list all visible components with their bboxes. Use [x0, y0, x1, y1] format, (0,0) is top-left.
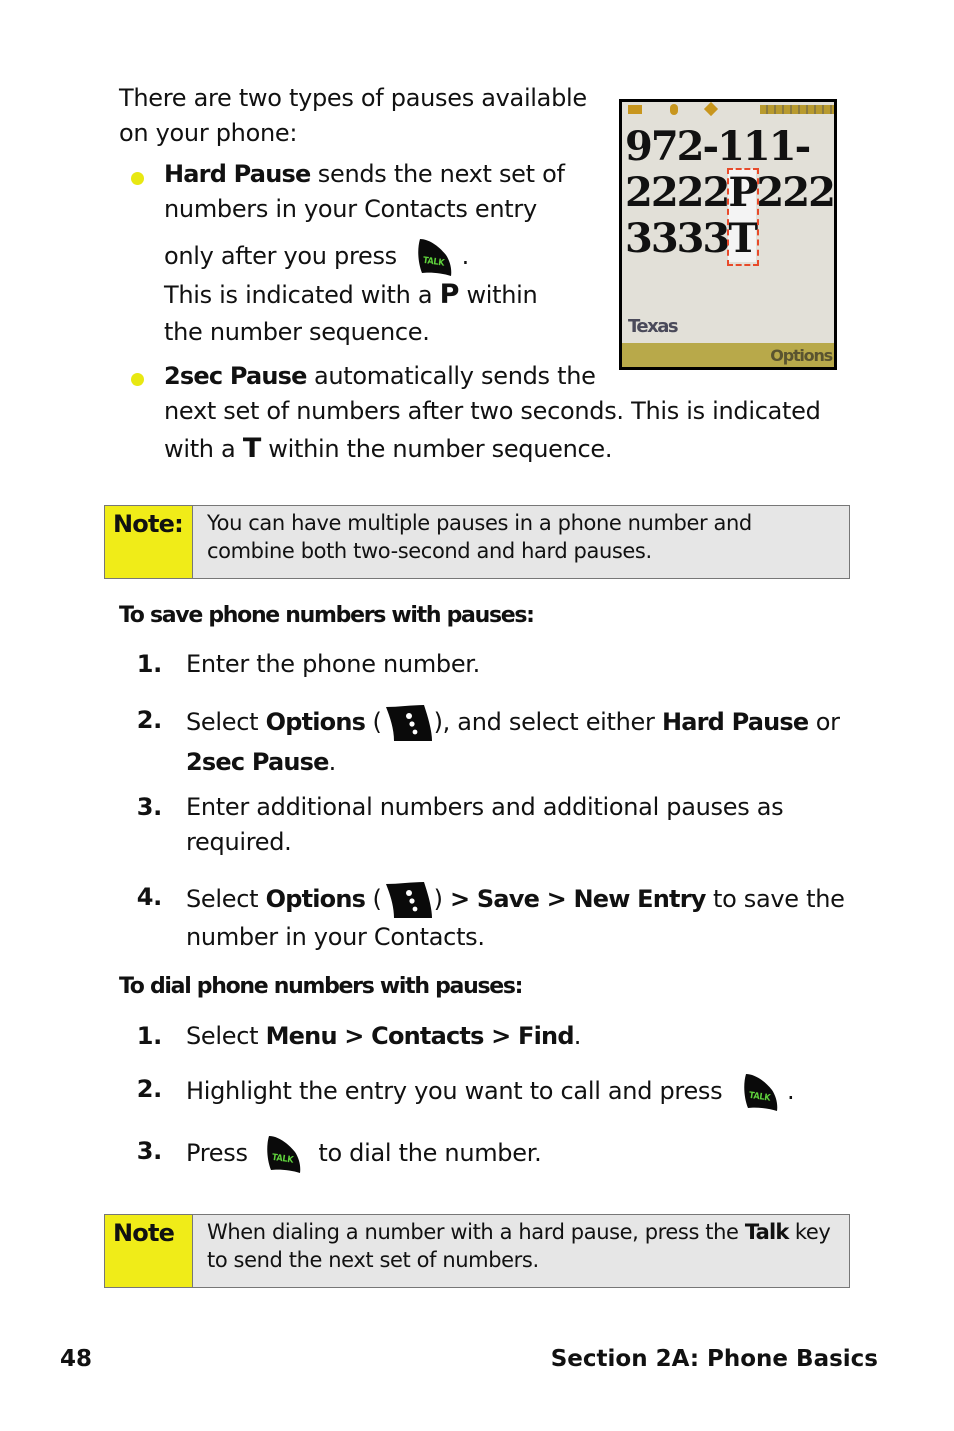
- softkey-bar: Options: [622, 343, 834, 367]
- save-step-2: 2. Select Options (), and select either …: [122, 703, 846, 780]
- intro-paragraph: There are two types of pauses available …: [119, 81, 587, 151]
- save-step-1: 1. Enter the phone number.: [136, 650, 481, 678]
- term-2sec-pause: 2sec Pause: [164, 362, 307, 390]
- bullet-icon: [131, 373, 144, 386]
- phone-screen-image: 972-111- 2222P222 3333T Texas Options: [619, 99, 837, 370]
- term-hard-pause: Hard Pause: [164, 160, 311, 188]
- options-softkey-icon: [382, 703, 434, 743]
- talk-key-icon: [263, 1134, 303, 1174]
- bullet-hard-pause: Hard Pause sends the next set of numbers…: [164, 160, 565, 346]
- page-number: 48: [60, 1346, 93, 1372]
- softkey-options: Options: [770, 346, 833, 365]
- status-bar: [626, 102, 834, 117]
- bullet-icon: [131, 172, 144, 185]
- save-step-3: 3. Enter additional numbers and addition…: [136, 793, 784, 856]
- talk-key-icon: [740, 1072, 780, 1112]
- dial-step-1: 1. Select Menu > Contacts > Find.: [136, 1022, 582, 1050]
- section-heading-dial: To dial phone numbers with pauses:: [119, 974, 523, 999]
- note-box: Note When dialing a number with a hard p…: [104, 1214, 850, 1288]
- note-text: When dialing a number with a hard pause,…: [207, 1220, 831, 1272]
- note-label: Note: [105, 1215, 193, 1287]
- bullet-2sec-pause: 2sec Pause automatically sends the next …: [164, 362, 821, 464]
- dial-step-3: 3. Press to dial the number.: [122, 1134, 542, 1174]
- pause-highlight-box: [727, 168, 759, 266]
- dial-step-2: 2. Highlight the entry you want to call …: [122, 1072, 795, 1112]
- intro-line: on your phone:: [119, 119, 298, 147]
- note-label: Note:: [105, 506, 193, 578]
- note-box: Note: You can have multiple pauses in a …: [104, 505, 850, 579]
- section-heading-save: To save phone numbers with pauses:: [119, 603, 535, 628]
- save-step-4: 4. Select Options () > Save > New Entry …: [122, 880, 846, 955]
- contact-label: Texas: [628, 316, 679, 337]
- intro-line: There are two types of pauses available: [119, 84, 587, 112]
- talk-key-icon: [414, 237, 454, 277]
- note-text: You can have multiple pauses in a phone …: [207, 511, 752, 563]
- section-title: Section 2A: Phone Basics: [550, 1346, 878, 1372]
- options-softkey-icon: [382, 880, 434, 920]
